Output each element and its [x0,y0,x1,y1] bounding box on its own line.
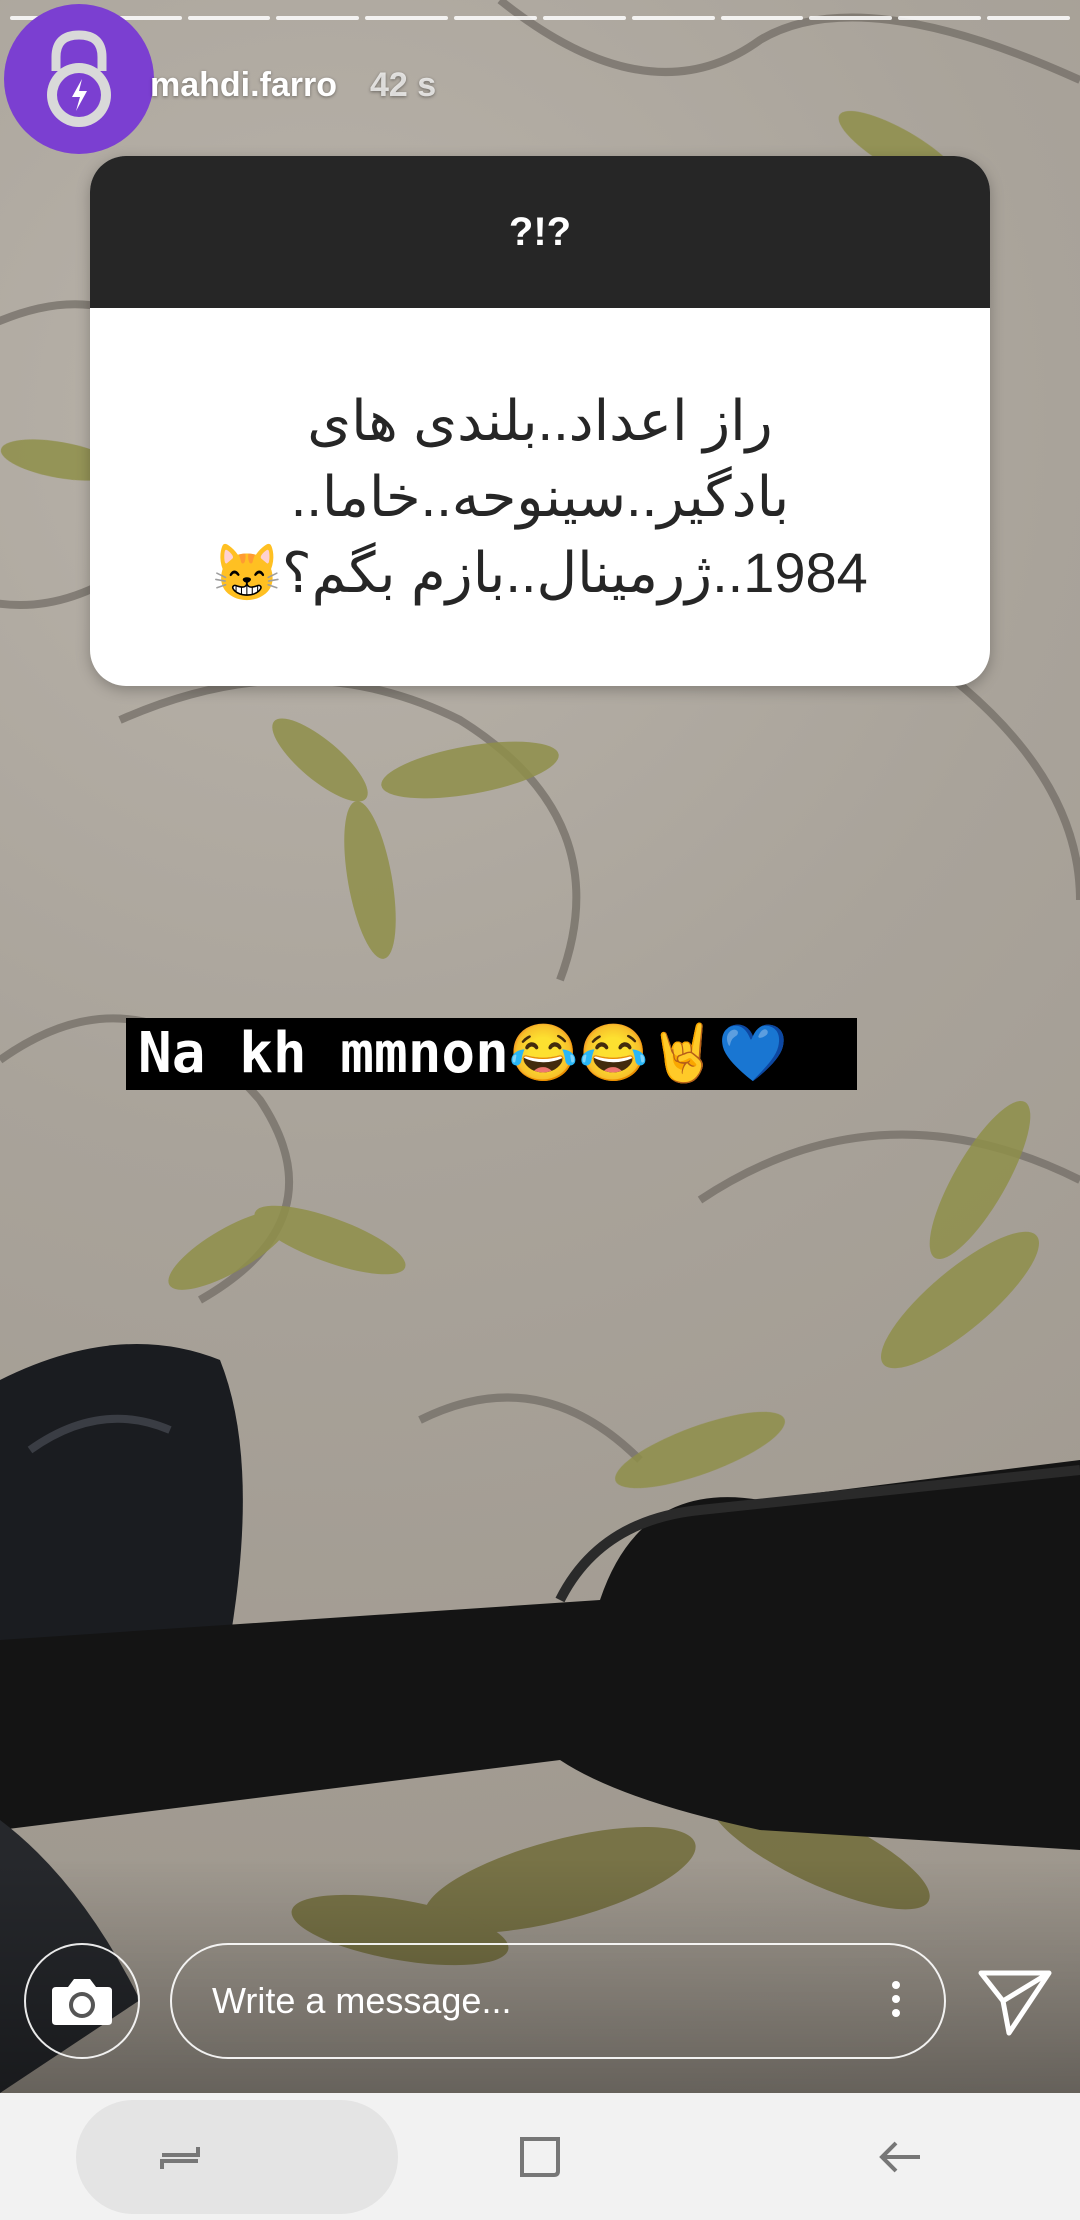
back-button[interactable] [830,2107,970,2207]
progress-segment [987,16,1070,20]
more-dots-icon[interactable] [892,1981,900,2017]
answer-line: بادگیر..سینوحه..خاما.. [290,465,790,528]
progress-segment [542,16,626,20]
question-sticker: ?!? راز اعداد..بلندی های بادگیر..سینوحه.… [90,156,990,686]
recent-apps-button[interactable] [110,2107,250,2207]
back-icon [879,2141,920,2172]
camera-icon [52,1979,112,2025]
progress-segment [276,16,360,20]
system-nav-buttons [0,2093,1080,2220]
profile-avatar[interactable] [4,4,154,154]
message-input[interactable]: Write a message... [170,1943,946,2059]
recent-apps-icon [160,2146,200,2169]
progress-segment [898,16,982,20]
lock-icon [47,30,111,127]
progress-segment [454,16,537,20]
story-caption: Na kh mmnon😂😂🤘💙 [126,1018,857,1090]
answer-line: 1984..ژرمینال..بازم بگم؟😸 [212,541,868,604]
send-button[interactable] [975,1965,1055,2037]
progress-segment [809,16,893,20]
answer-line: راز اعداد..بلندی های [307,389,773,452]
question-header: ?!? [90,156,990,308]
send-icon [978,1970,1052,2036]
question-answer: راز اعداد..بلندی های بادگیر..سینوحه..خام… [90,308,990,686]
progress-segment [631,16,715,20]
progress-segment [365,16,449,20]
story-progress-bar [10,16,1070,20]
progress-segment [187,16,271,20]
home-button[interactable] [470,2107,610,2207]
camera-button[interactable] [24,1943,140,2059]
story-timestamp: 42 s [370,66,437,104]
message-placeholder: Write a message... [212,1980,512,2021]
home-icon [520,2136,560,2177]
story-username[interactable]: mahdi.farro [150,66,337,105]
progress-segment [720,16,804,20]
